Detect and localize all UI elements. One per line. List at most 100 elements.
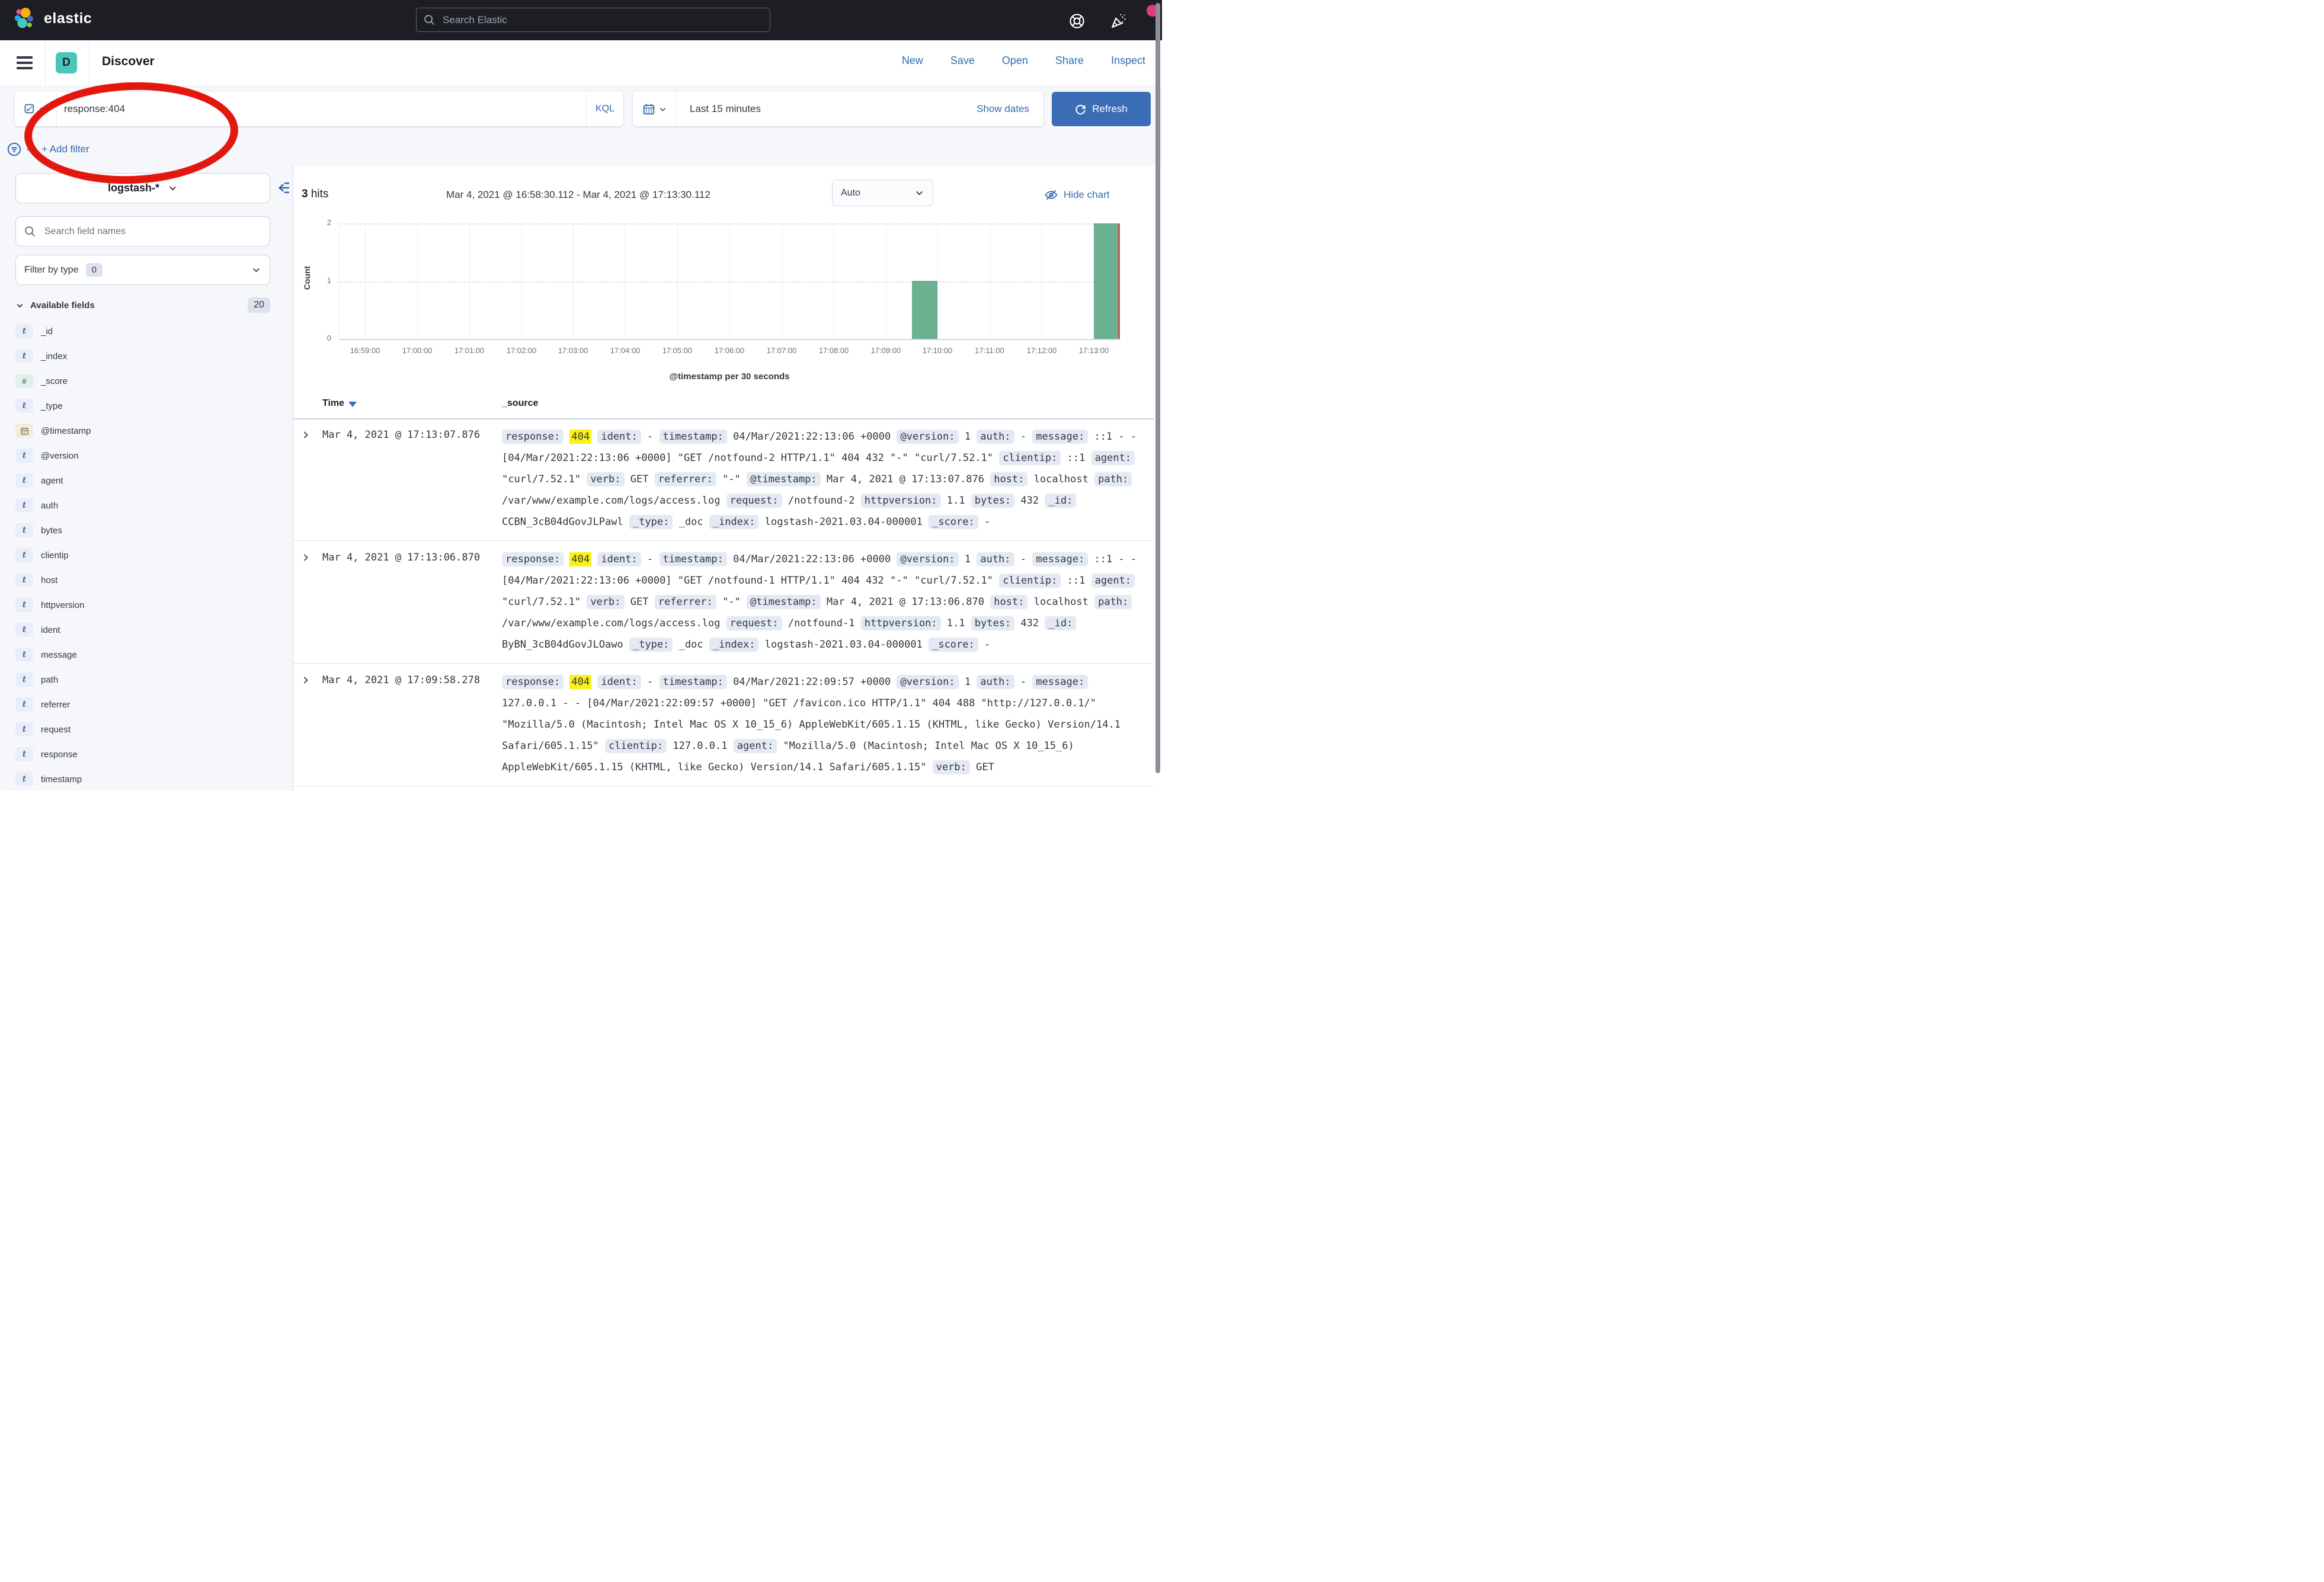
field-item-score[interactable]: #_score xyxy=(15,369,276,393)
field-name-pill: _id: xyxy=(1045,494,1076,508)
histogram-bar[interactable] xyxy=(912,281,937,339)
filter-icon[interactable] xyxy=(7,142,21,156)
app-navbar: D Discover New Save Open Share Inspect xyxy=(0,40,1162,86)
query-input[interactable] xyxy=(57,92,586,126)
document-row: Mar 4, 2021 @ 17:09:58.278response: 404 … xyxy=(293,664,1154,786)
field-item-clientip[interactable]: tclientip xyxy=(15,543,276,568)
field-name-pill: message: xyxy=(1032,675,1088,689)
newsfeed-icon[interactable] xyxy=(1110,12,1128,30)
field-value: GET xyxy=(630,473,649,485)
new-button[interactable]: New xyxy=(902,55,923,67)
field-name-pill: request: xyxy=(726,616,782,630)
field-item-version[interactable]: t@version xyxy=(15,443,276,468)
time-column-header[interactable]: Time xyxy=(322,398,357,409)
field-name-pill: timestamp: xyxy=(660,552,727,566)
now-marker xyxy=(1118,223,1120,339)
field-item-message[interactable]: tmessage xyxy=(15,642,276,667)
sort-desc-icon xyxy=(348,402,357,407)
field-search-box[interactable] xyxy=(15,216,270,246)
elastic-logo[interactable]: elastic xyxy=(14,7,92,30)
chevron-down-icon xyxy=(251,265,261,275)
hits-count: 3 hits xyxy=(302,188,328,201)
field-name: path xyxy=(41,675,58,685)
field-name-pill: response: xyxy=(502,675,564,689)
histogram-bar[interactable] xyxy=(1094,223,1119,339)
scrollbar-thumb[interactable] xyxy=(1155,3,1160,773)
open-button[interactable]: Open xyxy=(1002,55,1028,67)
field-name-pill: auth: xyxy=(977,430,1014,444)
share-button[interactable]: Share xyxy=(1055,55,1084,67)
field-item-type[interactable]: t_type xyxy=(15,393,276,418)
query-language-button[interactable]: KQL xyxy=(586,92,623,126)
hide-chart-button[interactable]: Hide chart xyxy=(1045,188,1109,201)
field-item-id[interactable]: t_id xyxy=(15,319,276,344)
date-quick-select[interactable] xyxy=(633,92,677,126)
field-item-timestamp[interactable]: ttimestamp xyxy=(15,767,276,791)
field-item-path[interactable]: tpath xyxy=(15,667,276,692)
available-fields-count-badge: 20 xyxy=(248,297,270,313)
text-type-icon: t xyxy=(15,548,33,562)
field-name-pill: @version: xyxy=(897,430,958,444)
table-header: Time _source xyxy=(293,398,1154,419)
field-name-pill: host: xyxy=(990,472,1027,486)
page-title: Discover xyxy=(102,55,155,69)
field-item-host[interactable]: thost xyxy=(15,568,276,593)
field-name-pill: ident: xyxy=(597,430,641,444)
text-type-icon: t xyxy=(15,473,33,488)
menu-icon[interactable] xyxy=(17,56,33,69)
row-timestamp: Mar 4, 2021 @ 17:09:58.278 xyxy=(322,674,480,686)
query-strip: KQL Last 15 minutes Show dates Refresh +… xyxy=(0,85,1162,166)
field-name-pill: clientip: xyxy=(605,739,667,753)
text-type-icon: t xyxy=(15,324,33,338)
query-bar: KQL xyxy=(15,92,623,126)
text-type-icon: t xyxy=(15,722,33,736)
field-item-referrer[interactable]: treferrer xyxy=(15,692,276,717)
histogram-interval-select[interactable]: Auto xyxy=(832,180,933,206)
field-value: ::1 xyxy=(1067,452,1086,464)
text-type-icon: t xyxy=(15,449,33,463)
field-item-request[interactable]: trequest xyxy=(15,717,276,742)
expand-row-icon[interactable] xyxy=(301,675,310,685)
refresh-button[interactable]: Refresh xyxy=(1052,92,1151,126)
time-range-value[interactable]: Last 15 minutes xyxy=(677,103,761,115)
calendar-icon xyxy=(642,103,655,116)
field-item-timestamp[interactable]: @timestamp xyxy=(15,418,276,443)
expand-row-icon[interactable] xyxy=(301,430,310,440)
histogram-chart: Count 012 16:59:0017:00:0017:01:0017:02:… xyxy=(293,223,1154,395)
field-value: 1 xyxy=(965,676,971,688)
field-value: - xyxy=(647,431,653,443)
field-item-ident[interactable]: tident xyxy=(15,617,276,642)
field-item-httpversion[interactable]: thttpversion xyxy=(15,593,276,617)
saved-query-menu[interactable] xyxy=(15,92,57,126)
field-name: auth xyxy=(41,501,58,511)
chart-plot[interactable] xyxy=(339,223,1120,340)
save-button[interactable]: Save xyxy=(950,55,975,67)
show-dates-button[interactable]: Show dates xyxy=(977,103,1043,115)
expand-row-icon[interactable] xyxy=(301,553,310,562)
field-name-pill: clientip: xyxy=(999,574,1061,588)
field-search-input[interactable] xyxy=(43,226,261,238)
field-item-index[interactable]: t_index xyxy=(15,344,276,369)
field-item-bytes[interactable]: tbytes xyxy=(15,518,276,543)
field-item-agent[interactable]: tagent xyxy=(15,468,276,493)
available-fields-header[interactable]: Available fields 20 xyxy=(15,297,270,313)
saved-query-icon xyxy=(24,103,36,115)
inspect-button[interactable]: Inspect xyxy=(1111,55,1145,67)
text-type-icon: t xyxy=(15,772,33,786)
field-name-pill: _id: xyxy=(1045,616,1076,630)
global-search-input[interactable] xyxy=(441,14,763,27)
add-filter-button[interactable]: + Add filter xyxy=(41,143,89,155)
field-value: localhost xyxy=(1034,596,1089,608)
field-name-pill: response: xyxy=(502,430,564,444)
field-value: /var/www/example.com/logs/access.log xyxy=(502,495,720,507)
field-item-auth[interactable]: tauth xyxy=(15,493,276,518)
index-pattern-select[interactable]: logstash-* xyxy=(15,173,270,203)
field-item-response[interactable]: tresponse xyxy=(15,742,276,767)
field-name-pill: ident: xyxy=(597,552,641,566)
collapse-sidebar-icon[interactable] xyxy=(276,180,292,196)
help-icon[interactable] xyxy=(1069,13,1085,29)
scrollbar xyxy=(1154,0,1162,791)
source-column-header: _source xyxy=(502,398,538,409)
global-search-box[interactable] xyxy=(416,8,770,32)
filter-by-type-select[interactable]: Filter by type 0 xyxy=(15,255,270,285)
